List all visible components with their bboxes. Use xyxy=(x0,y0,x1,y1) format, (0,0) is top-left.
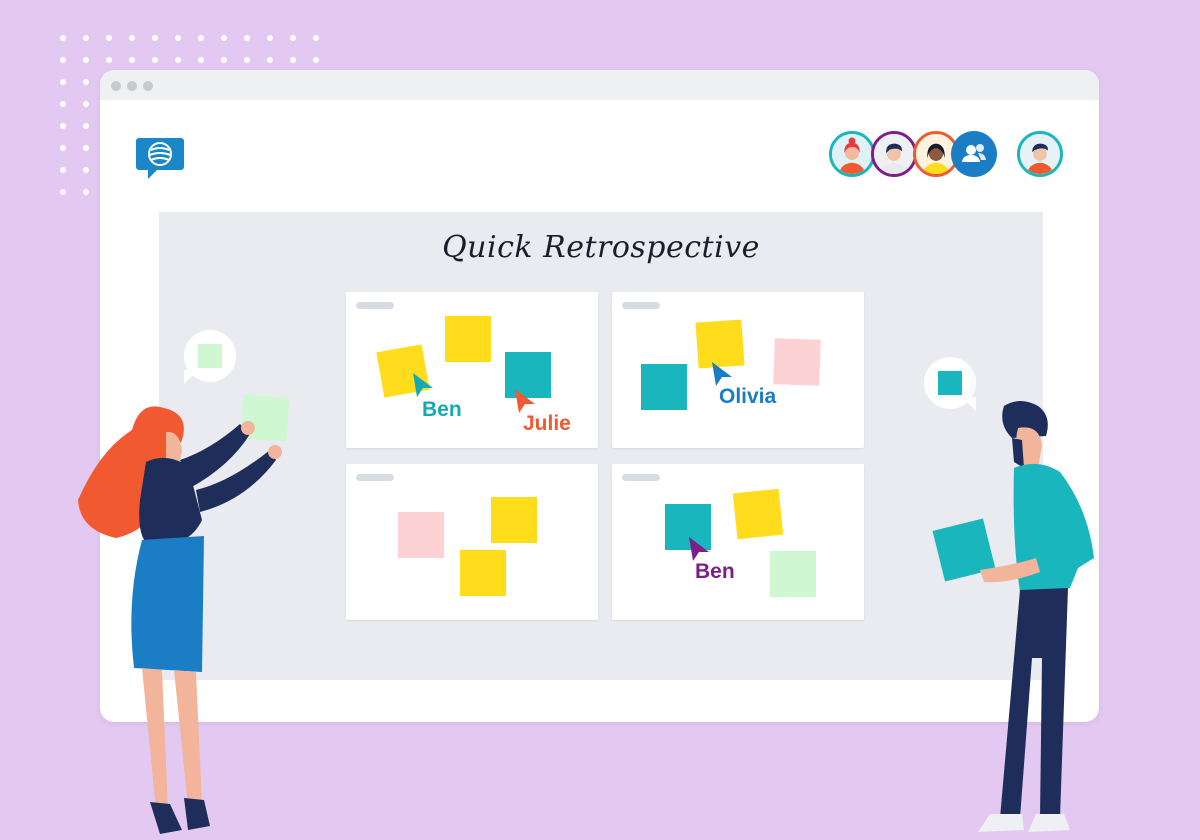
decorative-dot xyxy=(106,57,112,63)
decorative-dot xyxy=(83,57,89,63)
decorative-dot xyxy=(83,79,89,85)
decorative-dot xyxy=(129,35,135,41)
bubble-tail xyxy=(184,370,198,384)
decorative-dot xyxy=(290,57,296,63)
decorative-dot xyxy=(83,167,89,173)
decorative-dot xyxy=(60,35,66,41)
cursor-pointer-icon xyxy=(413,373,433,397)
man-illustration xyxy=(932,401,1094,832)
sticky-note-pink[interactable] xyxy=(773,338,821,386)
decorative-dot xyxy=(244,57,250,63)
decorative-dot xyxy=(152,35,158,41)
decorative-dot xyxy=(129,57,135,63)
decorative-dot xyxy=(106,35,112,41)
sticky-note-green xyxy=(198,344,222,368)
decorative-dot xyxy=(221,57,227,63)
sticky-note-yellow[interactable] xyxy=(445,316,491,362)
chat-bubble-logo-icon[interactable] xyxy=(135,136,185,182)
decorative-dot xyxy=(198,57,204,63)
board-panel-1[interactable]: Ben Julie xyxy=(346,292,598,448)
cursor-label: Olivia xyxy=(719,385,777,408)
cursor-label: Julie xyxy=(523,412,571,435)
avatar-current-user[interactable] xyxy=(1017,131,1063,177)
avatar-user-red-hair[interactable] xyxy=(829,131,875,177)
decorative-dot xyxy=(244,35,250,41)
people-icon xyxy=(962,144,986,162)
cursor-pointer-icon xyxy=(515,389,535,413)
decorative-dot xyxy=(175,35,181,41)
decorative-dot xyxy=(198,35,204,41)
panel-handle[interactable] xyxy=(356,302,394,309)
panel-handle[interactable] xyxy=(356,474,394,481)
sticky-note-green[interactable] xyxy=(770,551,816,597)
cursor-label: Ben xyxy=(422,398,462,421)
decorative-dot xyxy=(152,57,158,63)
decorative-dot xyxy=(60,145,66,151)
decorative-dot xyxy=(313,35,319,41)
decorative-dot xyxy=(83,189,89,195)
sticky-note-pink[interactable] xyxy=(398,512,444,558)
window-close-button[interactable] xyxy=(111,81,121,91)
board-panel-4[interactable]: Ben xyxy=(612,464,864,620)
decorative-dot xyxy=(60,101,66,107)
decorative-dot xyxy=(83,123,89,129)
cursor-pointer-icon xyxy=(712,362,732,386)
cursor-pointer-icon xyxy=(689,537,709,561)
sticky-note-teal xyxy=(938,371,962,395)
avatar-user-dark-hair[interactable] xyxy=(871,131,917,177)
decorative-dot xyxy=(267,35,273,41)
sticky-note-yellow[interactable] xyxy=(460,550,506,596)
window-minimize-button[interactable] xyxy=(127,81,137,91)
board-panel-2[interactable]: Olivia xyxy=(612,292,864,448)
board-title: Quick Retrospective xyxy=(442,230,760,265)
decorative-dot xyxy=(221,35,227,41)
panel-handle[interactable] xyxy=(622,302,660,309)
sticky-note-teal[interactable] xyxy=(641,364,687,410)
cursor-label: Ben xyxy=(695,560,735,583)
decorative-dot xyxy=(83,101,89,107)
sticky-note-yellow[interactable] xyxy=(491,497,537,543)
sticky-note-yellow[interactable] xyxy=(732,488,784,540)
decorative-dot xyxy=(60,79,66,85)
decorative-dot xyxy=(60,57,66,63)
decorative-dot xyxy=(60,167,66,173)
decorative-dot xyxy=(313,57,319,63)
participants-button[interactable] xyxy=(951,131,997,177)
decorative-dot xyxy=(175,57,181,63)
window-titlebar xyxy=(100,70,1099,100)
decorative-dot xyxy=(83,35,89,41)
decorative-dot xyxy=(83,145,89,151)
decorative-dot xyxy=(60,189,66,195)
decorative-dot xyxy=(267,57,273,63)
panel-handle[interactable] xyxy=(622,474,660,481)
board-panel-3[interactable] xyxy=(346,464,598,620)
woman-illustration xyxy=(78,394,290,834)
decorative-dot xyxy=(60,123,66,129)
decorative-dot xyxy=(290,35,296,41)
window-maximize-button[interactable] xyxy=(143,81,153,91)
